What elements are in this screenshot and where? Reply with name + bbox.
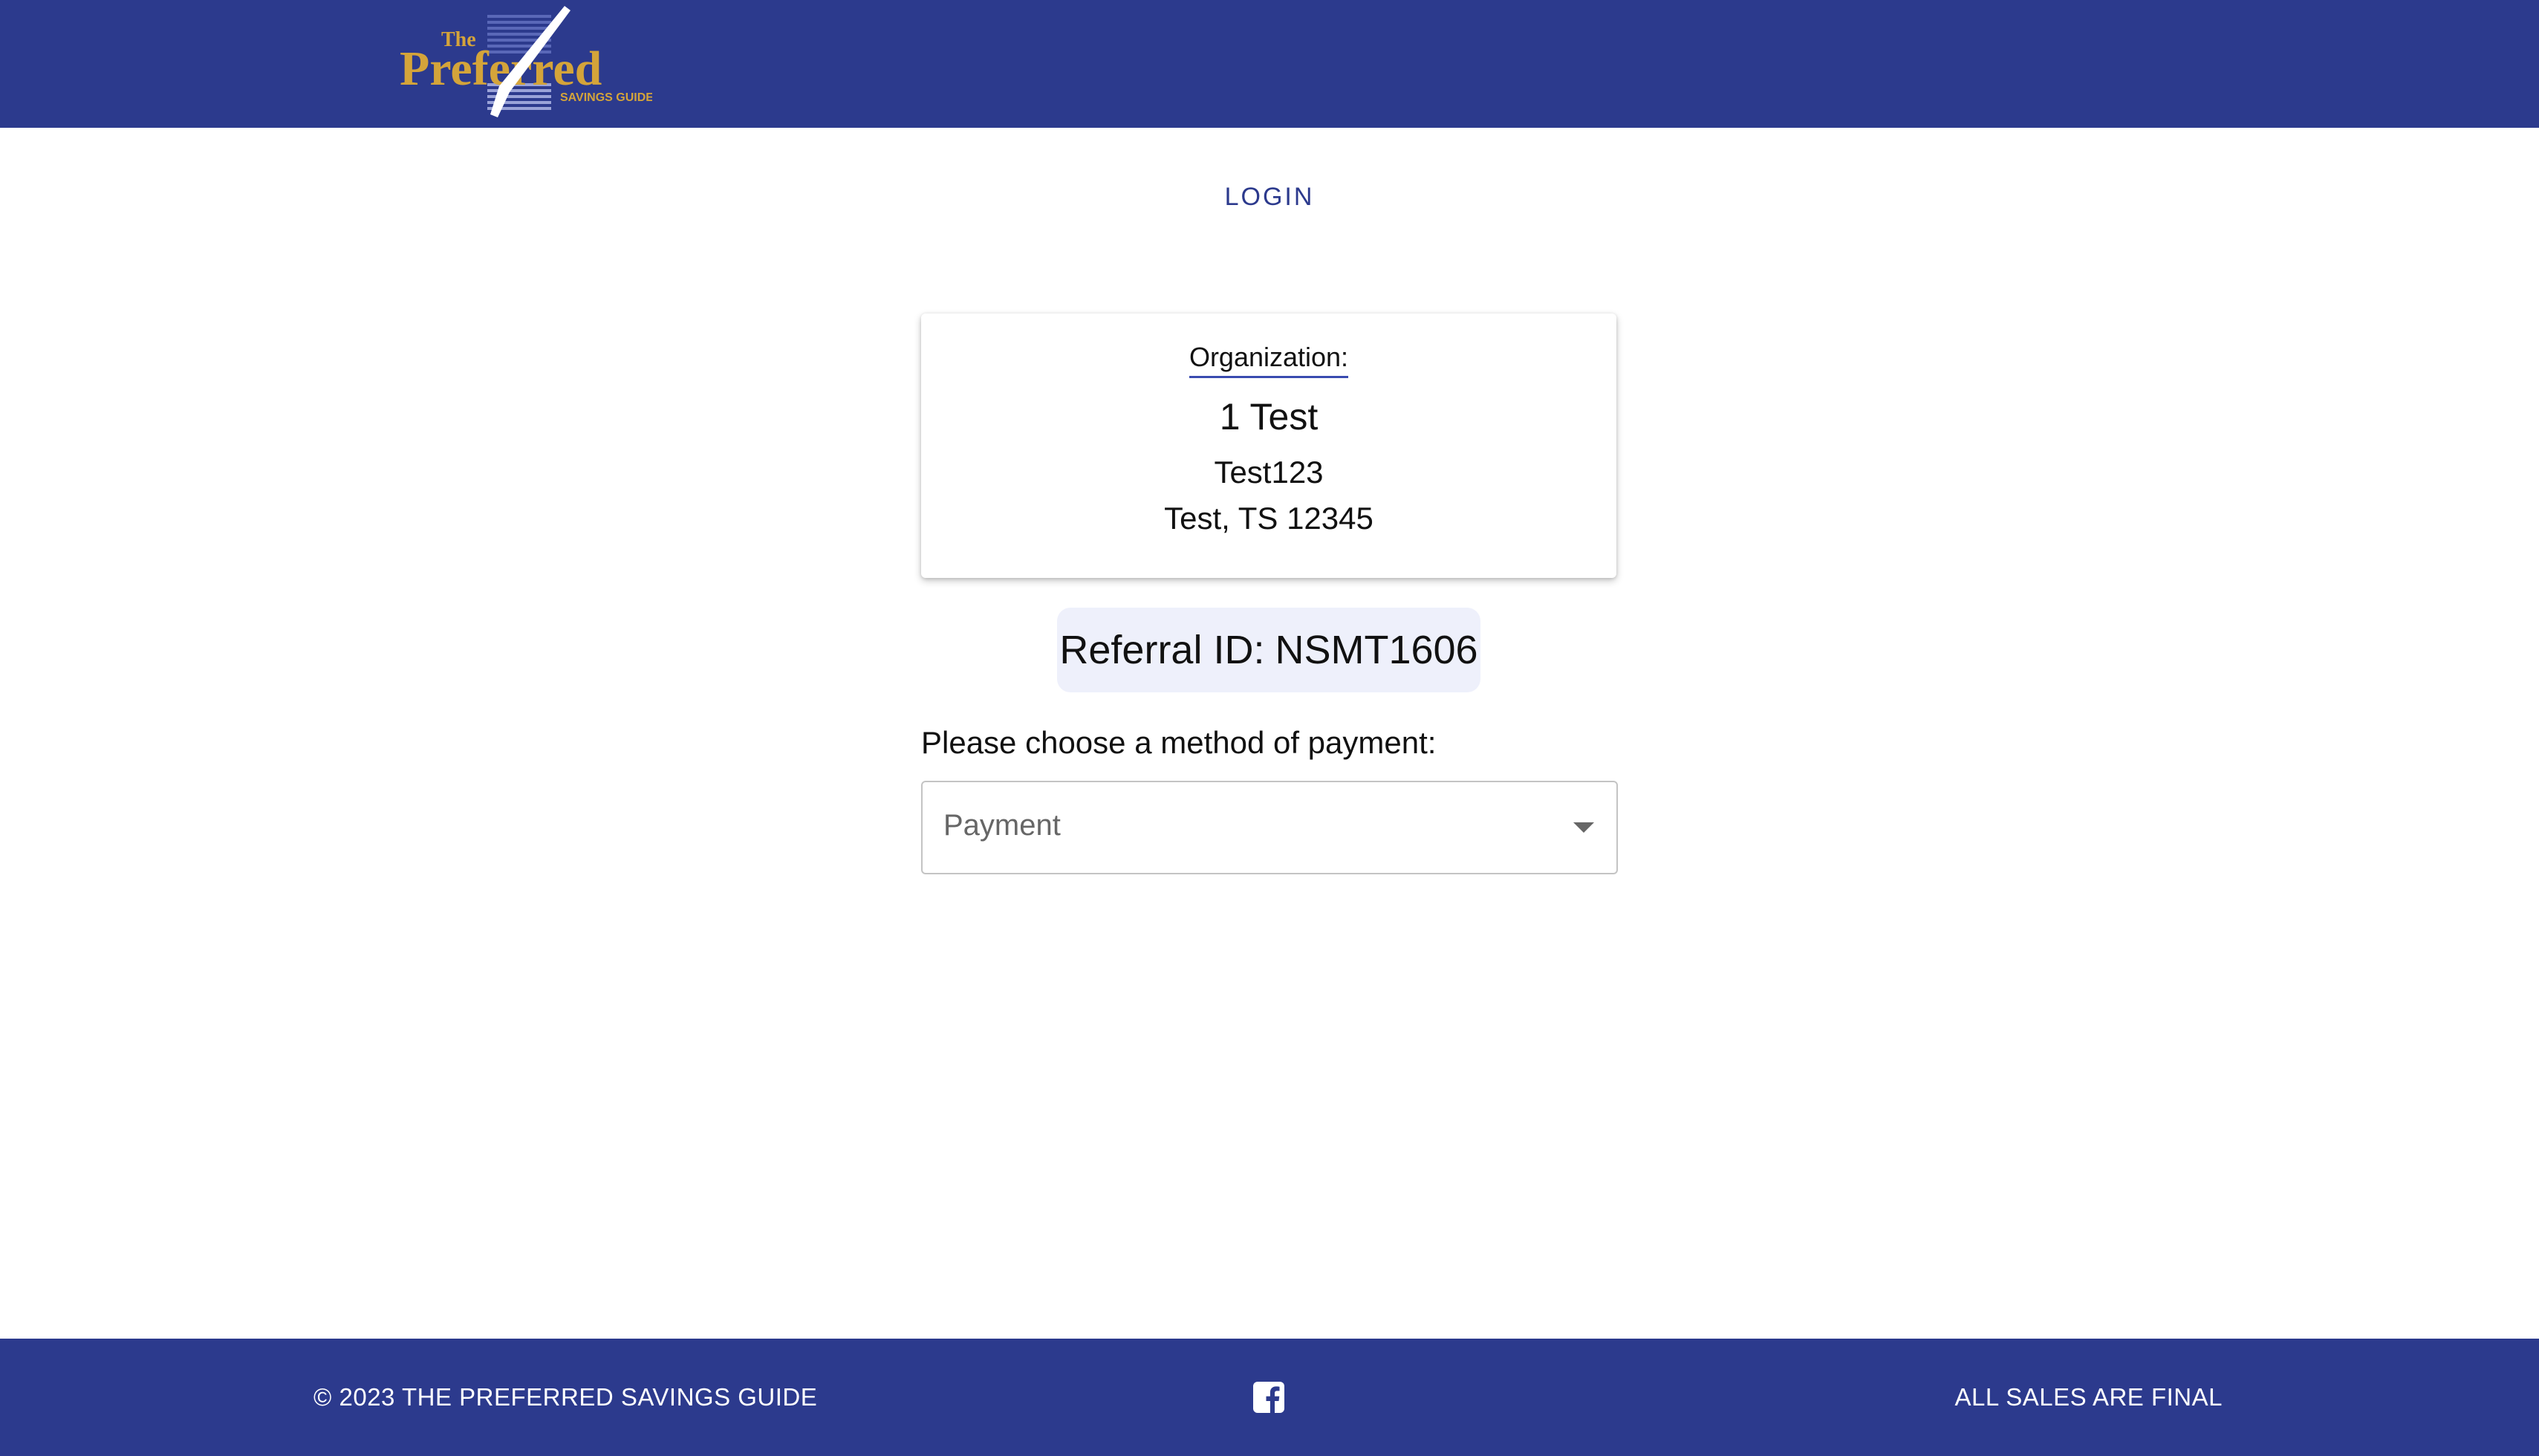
organization-label-wrap: Organization: (921, 342, 1616, 378)
logo-text-savings-guide: SAVINGS GUIDE (560, 91, 652, 104)
organization-label: Organization: (1189, 342, 1349, 378)
page-footer: © 2023 THE PREFERRED SAVINGS GUIDE ALL S… (0, 1339, 2539, 1456)
login-link[interactable]: LOGIN (0, 183, 2539, 212)
top-header: The Preferred SAVINGS GUIDE (0, 0, 2539, 128)
referral-id-label: Referral ID: (1059, 628, 1265, 672)
facebook-icon[interactable] (1253, 1382, 1284, 1413)
referral-id-chip: Referral ID: NSMT1606 (1057, 608, 1480, 692)
organization-address-line1: Test123 (1214, 455, 1324, 490)
preferred-savings-guide-logo[interactable]: The Preferred SAVINGS GUIDE (400, 4, 652, 120)
page: The Preferred SAVINGS GUIDE LOGIN Organi… (0, 0, 2539, 1456)
payment-select-placeholder: Payment (943, 809, 1061, 842)
organization-card: Organization: 1 Test Test123 Test, TS 12… (921, 313, 1616, 578)
referral-id-value: NSMT1606 (1275, 628, 1478, 672)
organization-address-line2: Test, TS 12345 (1164, 501, 1373, 536)
footer-copyright: © 2023 THE PREFERRED SAVINGS GUIDE (313, 1383, 818, 1411)
organization-name: 1 Test (1219, 396, 1319, 438)
chevron-down-icon[interactable] (1573, 822, 1594, 833)
payment-method-select[interactable]: Payment (921, 781, 1618, 874)
payment-method-prompt: Please choose a method of payment: (921, 725, 1437, 760)
footer-sales-notice: ALL SALES ARE FINAL (1954, 1383, 2223, 1411)
